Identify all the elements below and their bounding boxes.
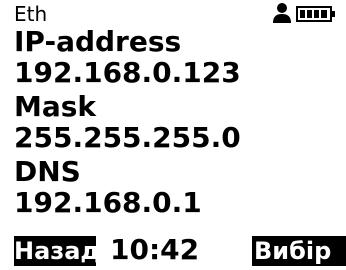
mask-value: 255.255.255.0 — [14, 121, 241, 154]
softkey-bar: Назад 10:42 Вибір — [0, 232, 346, 270]
battery-icon — [296, 6, 335, 22]
select-softkey[interactable]: Вибір — [252, 236, 346, 266]
clock: 10:42 — [110, 233, 200, 266]
device-screen: Eth IP-address 192.168.0.123 Mask 255.25… — [0, 0, 346, 270]
status-icons — [272, 2, 338, 24]
dns-label: DNS — [14, 155, 81, 188]
screen-title: Eth — [14, 2, 48, 26]
mask-label: Mask — [14, 90, 97, 123]
ip-address-value: 192.168.0.123 — [14, 56, 241, 89]
dns-value: 192.168.0.1 — [14, 186, 202, 219]
back-softkey[interactable]: Назад — [14, 236, 96, 266]
ip-address-label: IP-address — [14, 25, 182, 58]
user-icon — [273, 3, 291, 23]
